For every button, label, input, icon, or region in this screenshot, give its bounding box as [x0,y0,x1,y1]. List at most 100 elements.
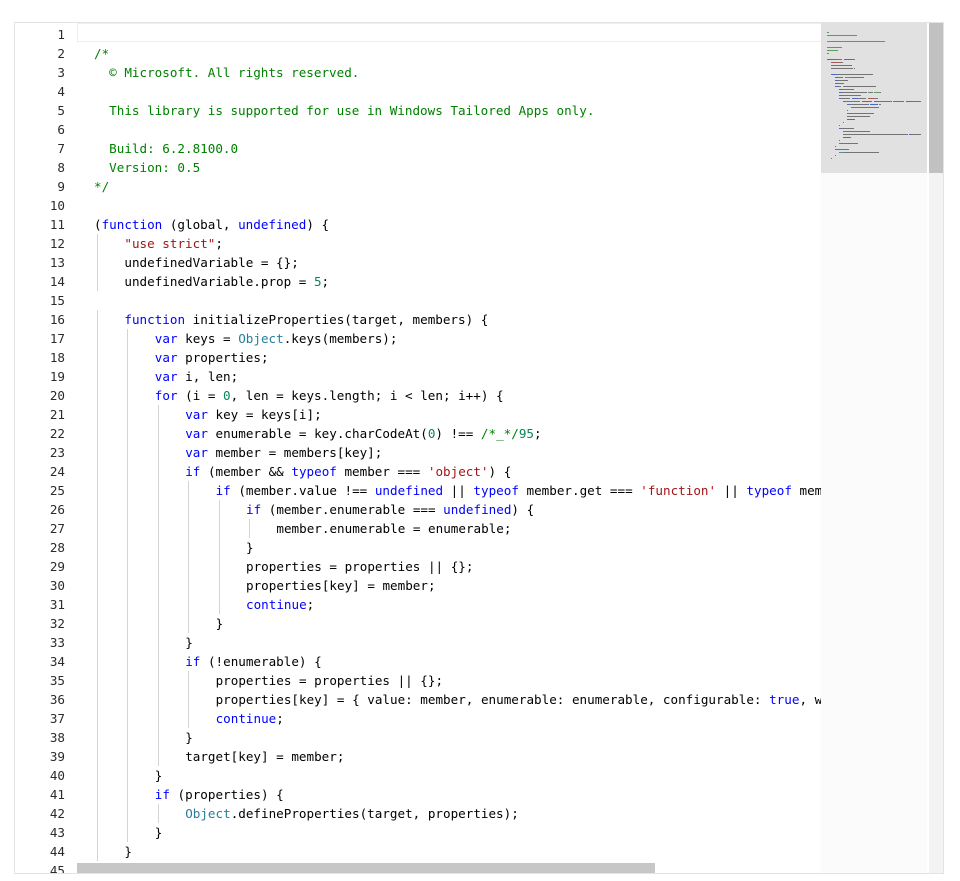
line-number: 23 [49,445,65,460]
vertical-scrollbar-thumb[interactable] [929,23,943,173]
horizontal-scrollbar[interactable] [77,863,821,873]
line-number: 6 [57,122,65,137]
code-token: key = keys[i]; [207,407,322,422]
code-token: (properties) { [169,787,284,802]
minimap-slider[interactable] [821,23,927,173]
code-line: */ [94,177,109,196]
code-token: typeof [746,483,792,498]
code-token: Object [185,806,231,821]
line-number: 25 [49,483,65,498]
code-line: properties[key] = member; [246,576,436,595]
code-line: if (member.value !== undefined || typeof… [216,481,821,500]
code-token: var [154,369,178,384]
line-number: 10 [49,198,65,213]
line-number: 33 [49,635,65,650]
indent-guide [218,500,220,614]
code-token: } [185,635,193,650]
code-token: (!enumerable) { [200,654,322,669]
code-token: member.get === [518,483,641,498]
line-number: 40 [49,768,65,783]
code-token: member.enumerable = enumerable; [276,521,512,536]
code-token: function [124,312,186,327]
code-line: properties[key] = { value: member, enume… [216,690,821,709]
code-token: initializeProperties(target, members) { [185,312,489,327]
code-token: ; [306,597,315,612]
code-line: /* [94,44,109,63]
line-number: 43 [49,825,65,840]
indent-guide [157,405,159,766]
indent-guide [188,481,190,633]
code-token: } [215,616,224,631]
code-line: "use strict"; [124,234,223,253]
line-number: 21 [49,407,65,422]
line-number: 26 [49,502,65,517]
code-token: ; [321,274,330,289]
code-token: var [185,445,208,460]
code-token: typeof [473,483,519,498]
horizontal-scrollbar-thumb[interactable] [77,863,655,873]
code-token: function [101,217,163,232]
line-number: 34 [49,654,65,669]
line-number: 35 [49,673,65,688]
code-token: ) !== [435,426,481,441]
code-token: for [154,388,178,403]
code-token: true [769,692,800,707]
code-token: if [185,464,201,479]
code-token: } [154,768,163,783]
code-line: (function (global, undefined) { [94,215,329,234]
code-token: undefined [238,217,307,232]
code-token: undefined [374,483,444,498]
line-number: 15 [49,293,65,308]
code-token: } [124,844,132,859]
code-token: properties; [177,350,269,365]
line-number: 27 [49,521,65,536]
code-line: Object.defineProperties(target, properti… [185,804,519,823]
line-number: 44 [49,844,65,859]
line-number: 1 [57,27,65,42]
code-line: var properties; [155,348,269,367]
code-line: target[key] = member; [185,747,344,766]
code-token: var [185,426,208,441]
code-token: 0 [223,388,231,403]
code-area[interactable]: /* © Microsoft. All rights reserved. Thi… [77,23,821,873]
line-number: 14 [49,274,65,289]
line-number: 30 [49,578,65,593]
indent-guide [188,671,190,728]
code-line: function initializeProperties(target, me… [124,310,488,329]
code-token: */ [94,179,110,194]
code-token: (member.enumerable === [261,502,444,517]
code-line: } [216,614,224,633]
code-line: Version: 0.5 [94,158,200,177]
minimap[interactable] [821,23,927,873]
code-token: ) { [488,464,512,479]
code-editor[interactable]: 1 2 3 4 5 6 7 8 9 10 11 12 13 14 15 16 17 18 19 20 21 22 23 24 2… [14,22,944,874]
code-token: properties[key] = { value: member, enume… [215,692,770,707]
code-token: ) { [306,217,330,232]
line-number: 42 [49,806,65,821]
code-line: var member = members[key]; [185,443,382,462]
code-token: undefinedVariable = {}; [124,255,299,270]
code-line: if (member.enumerable === undefined) { [246,500,534,519]
line-number: 39 [49,749,65,764]
code-token: ( [94,217,102,232]
code-line: continue; [216,709,284,728]
code-line: member.enumerable = enumerable; [276,519,511,538]
code-line: } [185,633,193,652]
code-token: /*_*/ [480,426,519,441]
code-token: © Microsoft. All rights reserved. [94,65,360,80]
line-number: 37 [49,711,65,726]
vertical-scrollbar[interactable] [929,23,943,873]
indent-guide [97,310,98,861]
code-token: properties = properties || {}; [246,559,474,574]
line-number: 4 [57,84,65,99]
line-number: 16 [49,312,65,327]
code-token: Build: 6.2.8100.0 [94,141,239,156]
line-number: 9 [57,179,65,194]
code-token: "use strict" [124,236,216,251]
code-line: if (properties) { [155,785,284,804]
code-line: properties = properties || {}; [216,671,443,690]
line-number: 12 [49,236,65,251]
indent-guide [157,804,159,823]
code-token: 'function' [640,483,717,498]
code-token: enumerable = key.charCodeAt( [207,426,428,441]
